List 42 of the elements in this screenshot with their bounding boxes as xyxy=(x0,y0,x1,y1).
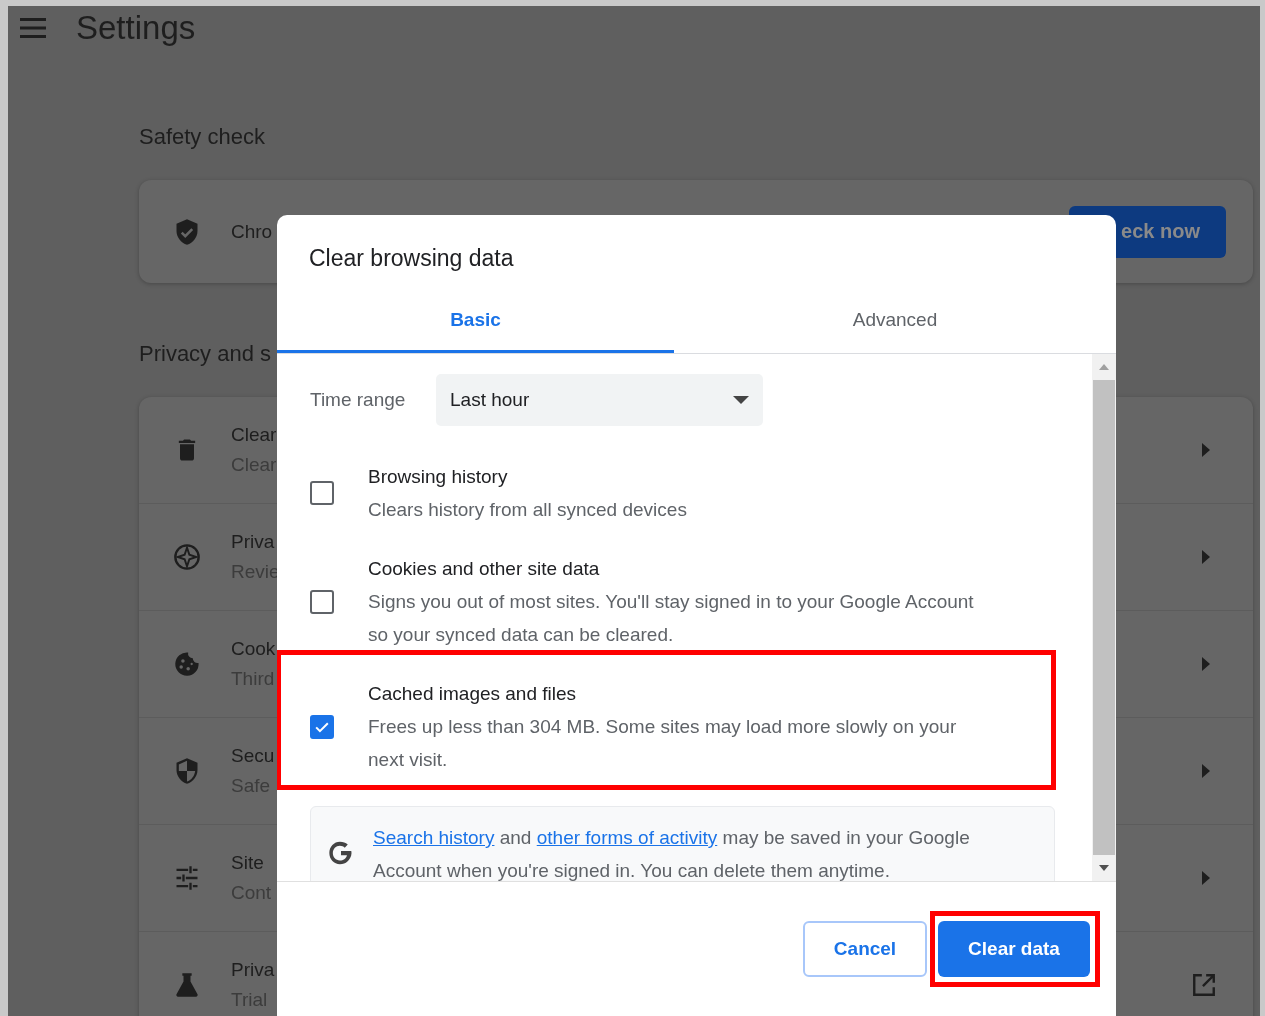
menu-icon[interactable] xyxy=(20,18,46,38)
checkbox[interactable] xyxy=(310,481,334,505)
section-heading: Safety check xyxy=(139,124,266,150)
dialog-title: Clear browsing data xyxy=(308,244,515,273)
tab[interactable]: Advanced xyxy=(674,289,1116,353)
row-title: Chro xyxy=(231,220,273,243)
tab[interactable]: Basic xyxy=(277,289,674,353)
link[interactable]: Search history xyxy=(373,827,495,848)
time-range-label: Time range xyxy=(310,389,407,411)
option-title: Cookies and other site data xyxy=(368,557,600,581)
compass-icon xyxy=(173,543,201,571)
dropdown-caret-icon xyxy=(733,396,749,404)
chevron-right-icon[interactable] xyxy=(1202,657,1210,671)
checkbox[interactable] xyxy=(310,714,334,739)
option-title: Browsing history xyxy=(368,465,508,489)
scroll-up-arrow-icon[interactable] xyxy=(1099,364,1109,370)
row-title: Secu xyxy=(231,745,275,767)
clear-data-button[interactable]: Clear data xyxy=(938,921,1090,977)
row-title: Priva xyxy=(231,531,275,553)
chevron-right-icon[interactable] xyxy=(1202,443,1210,457)
checkbox[interactable] xyxy=(310,589,334,614)
notice-text: Search history and other forms of activity may be saved in your Google Account when you're signed in. You can delete them anytime. xyxy=(373,826,971,881)
chevron-right-icon[interactable] xyxy=(1202,764,1210,778)
option-description: Clears history from all synced devices xyxy=(368,498,688,522)
time-range-dropdown[interactable]: Last hour xyxy=(436,374,763,426)
scroll-down-arrow-icon[interactable] xyxy=(1099,865,1109,871)
row-title: Clear xyxy=(231,424,277,446)
scrollbar-thumb[interactable] xyxy=(1093,380,1115,855)
external-link-icon[interactable] xyxy=(1191,972,1217,998)
link[interactable]: other forms of activity xyxy=(536,827,718,848)
cancel-button[interactable]: Cancel xyxy=(803,921,927,977)
section-heading: Privacy and s xyxy=(139,341,273,367)
row-title: Cook xyxy=(231,638,276,660)
chevron-right-icon[interactable] xyxy=(1202,871,1210,885)
option-title: Cached images and files xyxy=(368,682,577,706)
row-title: Priva xyxy=(231,959,275,981)
option-description: Signs you out of most sites. You'll stay signed in to your Google Account so your synced data can be cleared. xyxy=(368,590,975,647)
page-title: Settings xyxy=(76,9,196,47)
cookie-icon xyxy=(173,650,201,678)
row-title: Site xyxy=(231,852,264,874)
option-description: Frees up less than 304 MB. Some sites may load more slowly on your next visit. xyxy=(368,715,958,772)
chevron-right-icon[interactable] xyxy=(1202,550,1210,564)
